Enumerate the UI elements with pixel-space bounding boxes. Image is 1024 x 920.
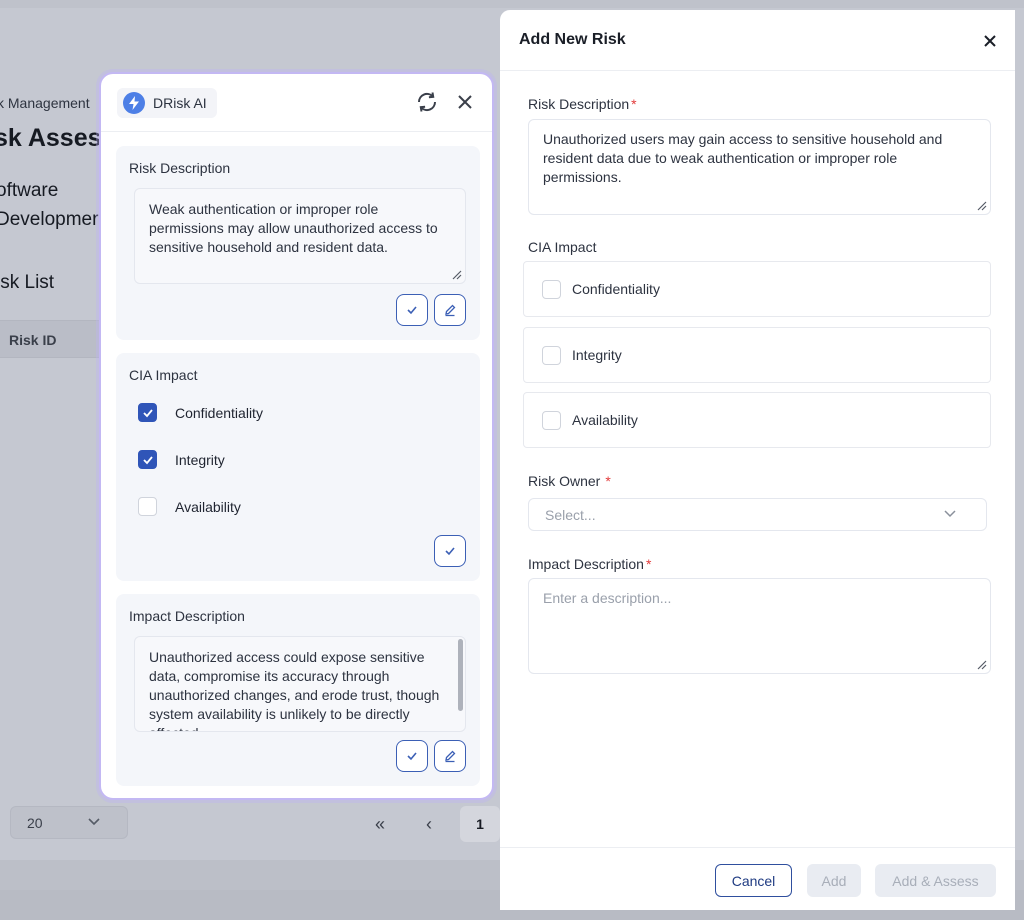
cia-availability-option[interactable]: Availability bbox=[523, 392, 991, 448]
impact-description-label: Impact Description * bbox=[528, 556, 651, 572]
add-new-risk-drawer: Add New Risk Risk Description * Unauthori… bbox=[500, 10, 1015, 910]
cancel-button[interactable]: Cancel bbox=[715, 864, 792, 897]
impact-description-label-text: Impact Description bbox=[528, 556, 644, 572]
required-mark: * bbox=[631, 96, 637, 112]
ai-panel-header: DRisk AI bbox=[101, 74, 492, 132]
ai-impact-description-text[interactable]: Unauthorized access could expose sensiti… bbox=[134, 636, 466, 732]
breadcrumb[interactable]: k Management bbox=[0, 95, 90, 111]
cia-option-label: Availability bbox=[572, 412, 638, 428]
drawer-header: Add New Risk bbox=[500, 10, 1015, 71]
close-icon[interactable] bbox=[453, 90, 477, 114]
ai-cia-option-label: Integrity bbox=[175, 451, 225, 468]
current-page-button[interactable]: 1 bbox=[460, 806, 500, 842]
resize-grip-icon[interactable] bbox=[977, 201, 987, 211]
page-title: sk Asses bbox=[0, 124, 102, 152]
risk-owner-label-text: Risk Owner bbox=[528, 473, 601, 489]
drawer-footer: Cancel Add Add & Assess bbox=[500, 847, 1015, 910]
project-name-line-2: Developmer bbox=[0, 209, 99, 230]
required-mark: * bbox=[605, 473, 611, 489]
ai-suggestion-panel: DRisk AI Risk Description Weak authentic… bbox=[99, 72, 494, 800]
top-bar bbox=[0, 0, 1024, 8]
ai-brand: DRisk AI bbox=[117, 88, 217, 118]
ai-cia-confidentiality-option[interactable]: Confidentiality bbox=[138, 403, 263, 422]
ai-cia-option-label: Availability bbox=[175, 498, 241, 515]
pencil-icon bbox=[445, 304, 456, 317]
add-and-assess-button[interactable]: Add & Assess bbox=[875, 864, 996, 897]
scrollbar-thumb[interactable] bbox=[458, 639, 463, 711]
project-name-line-1: oftware bbox=[0, 180, 59, 201]
checkbox-checked[interactable] bbox=[138, 403, 157, 422]
project-name: oftware Developmer bbox=[0, 176, 106, 234]
ai-risk-description-value: Weak authentication or improper role per… bbox=[149, 201, 438, 255]
risk-owner-select[interactable]: Select... bbox=[528, 498, 987, 531]
accept-risk-description-button[interactable] bbox=[396, 294, 428, 326]
checkbox-unchecked[interactable] bbox=[542, 279, 561, 299]
cia-impact-label: CIA Impact bbox=[528, 239, 597, 255]
risk-description-textarea[interactable]: Unauthorized users may gain access to se… bbox=[528, 119, 991, 215]
ai-impact-description-value: Unauthorized access could expose sensiti… bbox=[149, 649, 440, 731]
ai-cia-availability-option[interactable]: Availability bbox=[138, 497, 241, 516]
close-icon[interactable] bbox=[980, 31, 1000, 51]
cia-option-label: Integrity bbox=[572, 347, 622, 363]
resize-grip-icon[interactable] bbox=[977, 660, 987, 670]
chevron-down-icon bbox=[944, 510, 956, 518]
chevron-down-icon bbox=[88, 818, 100, 826]
refresh-icon[interactable] bbox=[415, 90, 439, 114]
drawer-title: Add New Risk bbox=[519, 31, 626, 48]
cia-integrity-option[interactable]: Integrity bbox=[523, 327, 991, 383]
check-icon bbox=[142, 455, 153, 464]
page-size-select[interactable]: 20 bbox=[10, 806, 128, 839]
edit-impact-description-button[interactable] bbox=[434, 740, 466, 772]
previous-page-button[interactable]: ‹ bbox=[426, 814, 432, 835]
table-header: Risk ID bbox=[0, 320, 110, 358]
first-page-button[interactable]: « bbox=[375, 814, 385, 835]
ai-impact-description-card: Impact Description Unauthorized access c… bbox=[116, 594, 480, 786]
risk-description-label: Risk Description * bbox=[528, 96, 637, 112]
check-icon bbox=[407, 306, 417, 315]
ai-brand-name: DRisk AI bbox=[153, 95, 207, 111]
lightning-icon bbox=[123, 92, 145, 114]
ai-cia-option-label: Confidentiality bbox=[175, 404, 263, 421]
ai-impact-description-title: Impact Description bbox=[129, 608, 245, 624]
risk-owner-placeholder: Select... bbox=[545, 507, 596, 523]
accept-impact-description-button[interactable] bbox=[396, 740, 428, 772]
risk-list-title: isk List bbox=[0, 272, 55, 293]
check-icon bbox=[142, 408, 153, 417]
checkbox-unchecked[interactable] bbox=[542, 345, 561, 365]
impact-description-placeholder: Enter a description... bbox=[543, 590, 672, 606]
cia-confidentiality-option[interactable]: Confidentiality bbox=[523, 261, 991, 317]
checkbox-unchecked[interactable] bbox=[138, 497, 157, 516]
ai-cia-impact-title: CIA Impact bbox=[129, 367, 198, 383]
ai-risk-description-text[interactable]: Weak authentication or improper role per… bbox=[134, 188, 466, 284]
column-header-risk-id[interactable]: Risk ID bbox=[9, 332, 56, 348]
ai-risk-description-title: Risk Description bbox=[129, 160, 231, 176]
resize-grip-icon[interactable] bbox=[452, 270, 462, 280]
accept-cia-impact-button[interactable] bbox=[434, 535, 466, 567]
page-size-value: 20 bbox=[27, 815, 43, 831]
ai-cia-integrity-option[interactable]: Integrity bbox=[138, 450, 225, 469]
risk-description-label-text: Risk Description bbox=[528, 96, 630, 112]
impact-description-textarea[interactable]: Enter a description... bbox=[528, 578, 991, 674]
check-icon bbox=[445, 547, 455, 556]
required-mark: * bbox=[645, 556, 652, 572]
risk-description-value: Unauthorized users may gain access to se… bbox=[543, 131, 943, 185]
ai-cia-impact-card: CIA Impact Confidentiality Integrity Ava… bbox=[116, 353, 480, 581]
checkbox-checked[interactable] bbox=[138, 450, 157, 469]
pencil-icon bbox=[445, 750, 456, 763]
checkbox-unchecked[interactable] bbox=[542, 410, 561, 430]
ai-risk-description-card: Risk Description Weak authentication or … bbox=[116, 146, 480, 340]
risk-owner-label: Risk Owner * bbox=[528, 473, 611, 489]
check-icon bbox=[407, 752, 417, 761]
add-button[interactable]: Add bbox=[807, 864, 861, 897]
edit-risk-description-button[interactable] bbox=[434, 294, 466, 326]
scrollbar[interactable] bbox=[458, 639, 464, 729]
cia-option-label: Confidentiality bbox=[572, 281, 660, 297]
